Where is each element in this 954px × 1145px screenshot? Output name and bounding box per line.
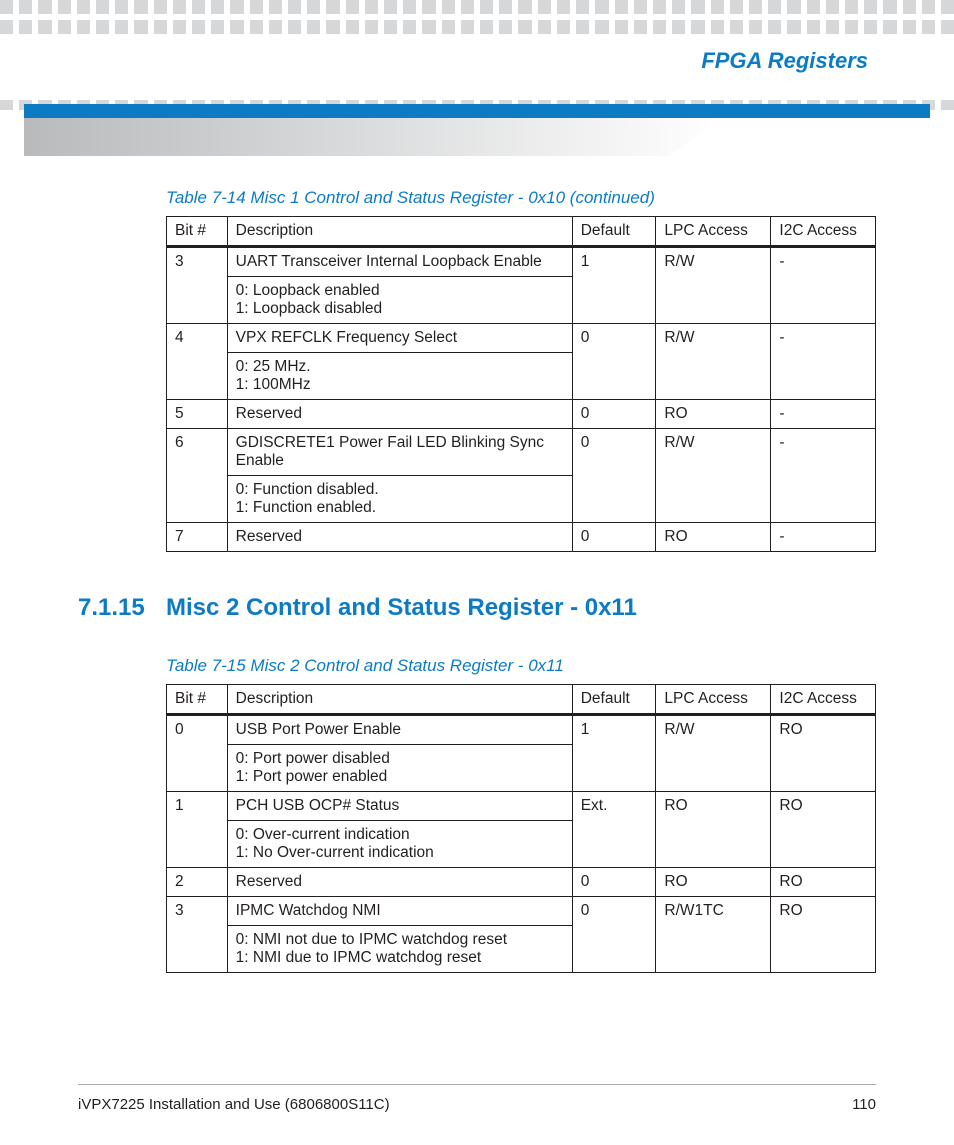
table-row: 3IPMC Watchdog NMI0R/W1TCRO: [167, 897, 876, 926]
cell-desc: VPX REFCLK Frequency Select: [227, 324, 572, 353]
cell-desc: UART Transceiver Internal Loopback Enabl…: [227, 247, 572, 277]
footer-doc-title: iVPX7225 Installation and Use (6806800S1…: [78, 1096, 390, 1113]
cell-lpc: R/W: [656, 324, 771, 400]
table-row: 3UART Transceiver Internal Loopback Enab…: [167, 247, 876, 277]
table-row: 6GDISCRETE1 Power Fail LED Blinking Sync…: [167, 429, 876, 476]
table-row: 7Reserved0RO-: [167, 523, 876, 552]
cell-desc: PCH USB OCP# Status: [227, 792, 572, 821]
cell-desc: USB Port Power Enable: [227, 715, 572, 745]
table-row: 2Reserved0RORO: [167, 868, 876, 897]
th-i2c: I2C Access: [771, 685, 876, 715]
cell-def: 1: [572, 715, 656, 792]
table-7-14: Bit # Description Default LPC Access I2C…: [166, 216, 876, 552]
section-heading-7-1-15: 7.1.15Misc 2 Control and Status Register…: [78, 594, 876, 622]
cell-i2c: RO: [771, 715, 876, 792]
page-content: Table 7-14 Misc 1 Control and Status Reg…: [78, 188, 876, 973]
cell-lpc: R/W: [656, 429, 771, 523]
cell-def: 1: [572, 247, 656, 324]
cell-desc-detail: 0: Loopback enabled 1: Loopback disabled: [227, 277, 572, 324]
header-blue-rule: [24, 104, 930, 118]
cell-lpc: RO: [656, 792, 771, 868]
cell-desc-detail: 0: Over-current indication 1: No Over-cu…: [227, 821, 572, 868]
table-7-15: Bit # Description Default LPC Access I2C…: [166, 684, 876, 973]
th-def: Default: [572, 685, 656, 715]
footer-page-number: 110: [852, 1096, 876, 1113]
cell-i2c: RO: [771, 868, 876, 897]
cell-lpc: RO: [656, 868, 771, 897]
th-desc: Description: [227, 217, 572, 247]
cell-desc: Reserved: [227, 868, 572, 897]
cell-def: Ext.: [572, 792, 656, 868]
cell-def: 0: [572, 868, 656, 897]
cell-bit: 3: [167, 897, 228, 973]
cell-desc: IPMC Watchdog NMI: [227, 897, 572, 926]
cell-def: 0: [572, 324, 656, 400]
th-def: Default: [572, 217, 656, 247]
cell-bit: 3: [167, 247, 228, 324]
cell-bit: 4: [167, 324, 228, 400]
cell-def: 0: [572, 429, 656, 523]
th-bit: Bit #: [167, 685, 228, 715]
cell-desc: Reserved: [227, 523, 572, 552]
page-header-title: FPGA Registers: [701, 48, 868, 74]
cell-def: 0: [572, 400, 656, 429]
cell-bit: 1: [167, 792, 228, 868]
table-7-15-caption: Table 7-15 Misc 2 Control and Status Reg…: [166, 656, 876, 676]
section-number: 7.1.15: [78, 594, 166, 622]
cell-bit: 2: [167, 868, 228, 897]
cell-lpc: R/W: [656, 247, 771, 324]
footer-rule: [78, 1084, 876, 1085]
cell-bit: 6: [167, 429, 228, 523]
cell-def: 0: [572, 897, 656, 973]
cell-desc: GDISCRETE1 Power Fail LED Blinking Sync …: [227, 429, 572, 476]
cell-bit: 0: [167, 715, 228, 792]
cell-desc-detail: 0: Port power disabled 1: Port power ena…: [227, 745, 572, 792]
cell-desc: Reserved: [227, 400, 572, 429]
table-row: 4VPX REFCLK Frequency Select0R/W-: [167, 324, 876, 353]
table-row: 5Reserved0RO-: [167, 400, 876, 429]
table-row: 0USB Port Power Enable1R/WRO: [167, 715, 876, 745]
cell-i2c: -: [771, 429, 876, 523]
cell-i2c: RO: [771, 897, 876, 973]
th-lpc: LPC Access: [656, 685, 771, 715]
table-row: 1PCH USB OCP# StatusExt.RORO: [167, 792, 876, 821]
cell-i2c: -: [771, 324, 876, 400]
cell-lpc: RO: [656, 400, 771, 429]
cell-lpc: RO: [656, 523, 771, 552]
cell-lpc: R/W1TC: [656, 897, 771, 973]
cell-i2c: -: [771, 247, 876, 324]
th-bit: Bit #: [167, 217, 228, 247]
th-desc: Description: [227, 685, 572, 715]
th-lpc: LPC Access: [656, 217, 771, 247]
header-gray-wedge: [24, 118, 724, 156]
cell-bit: 7: [167, 523, 228, 552]
cell-desc-detail: 0: 25 MHz. 1: 100MHz: [227, 353, 572, 400]
cell-def: 0: [572, 523, 656, 552]
cell-desc-detail: 0: NMI not due to IPMC watchdog reset 1:…: [227, 926, 572, 973]
cell-desc-detail: 0: Function disabled. 1: Function enable…: [227, 476, 572, 523]
th-i2c: I2C Access: [771, 217, 876, 247]
cell-i2c: RO: [771, 792, 876, 868]
section-title: Misc 2 Control and Status Register - 0x1…: [166, 594, 637, 621]
table-7-14-caption: Table 7-14 Misc 1 Control and Status Reg…: [166, 188, 876, 208]
cell-lpc: R/W: [656, 715, 771, 792]
cell-i2c: -: [771, 400, 876, 429]
cell-i2c: -: [771, 523, 876, 552]
cell-bit: 5: [167, 400, 228, 429]
